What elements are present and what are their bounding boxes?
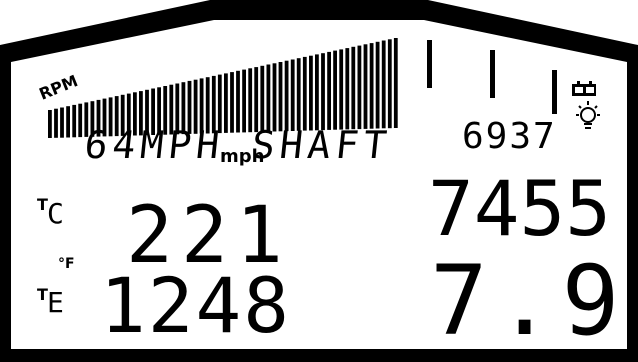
- right-lower-value: 7.91: [430, 245, 638, 357]
- rpm-bar-segment: [375, 41, 380, 129]
- rpm-bar-segment: [72, 104, 77, 138]
- rpm-bar-segment: [54, 108, 58, 138]
- rpm-bar-segment: [381, 40, 386, 129]
- rpm-bar-segment: [260, 65, 265, 132]
- right-upper-value: 7455: [428, 164, 611, 253]
- lcd-display: RPM 64MPH SHAFT mph 6937 T C 221 °F T E …: [0, 0, 638, 362]
- rpm-bar-segment: [369, 43, 374, 129]
- shift-light-bar: [490, 50, 495, 98]
- top-right-readout: 6937: [462, 116, 557, 157]
- rpm-bar-segment: [327, 51, 331, 130]
- rpm-bar-segment: [290, 59, 295, 131]
- rpm-bar-segment: [363, 44, 368, 129]
- rpm-bar-segment: [78, 103, 83, 138]
- temp-unit-label: °F: [58, 256, 75, 272]
- rpm-bar-segment: [351, 46, 356, 130]
- rpm-bar-segment: [66, 106, 70, 138]
- rpm-bar-segment: [309, 55, 313, 131]
- rpm-bar-segment: [321, 53, 325, 131]
- rpm-bar-segment: [284, 60, 289, 132]
- rpm-bar-segment: [339, 49, 344, 130]
- rpm-bar-segment: [48, 110, 52, 138]
- rpm-bar-segment: [302, 56, 307, 131]
- rpm-bar-segment: [393, 38, 398, 128]
- mph-unit-label: mph: [220, 146, 264, 167]
- rpm-bar-segment: [272, 63, 277, 132]
- rpm-bar-segment: [315, 54, 319, 131]
- rpm-bar-segment: [278, 62, 283, 132]
- rpm-bar-segment: [357, 45, 362, 130]
- left-upper-sub: C: [47, 197, 64, 230]
- rpm-bar-segment: [296, 58, 301, 131]
- shift-light-bar: [552, 70, 557, 114]
- left-lower-sub: E: [47, 286, 64, 319]
- rpm-bar-segment: [387, 39, 392, 129]
- shift-light-bar: [427, 40, 432, 88]
- rpm-bar-segment: [60, 107, 64, 138]
- rpm-bar-segment: [345, 48, 350, 130]
- rpm-bar-segment: [266, 64, 271, 132]
- left-lower-value: 1248: [100, 261, 291, 350]
- rpm-bar-segment: [333, 50, 337, 130]
